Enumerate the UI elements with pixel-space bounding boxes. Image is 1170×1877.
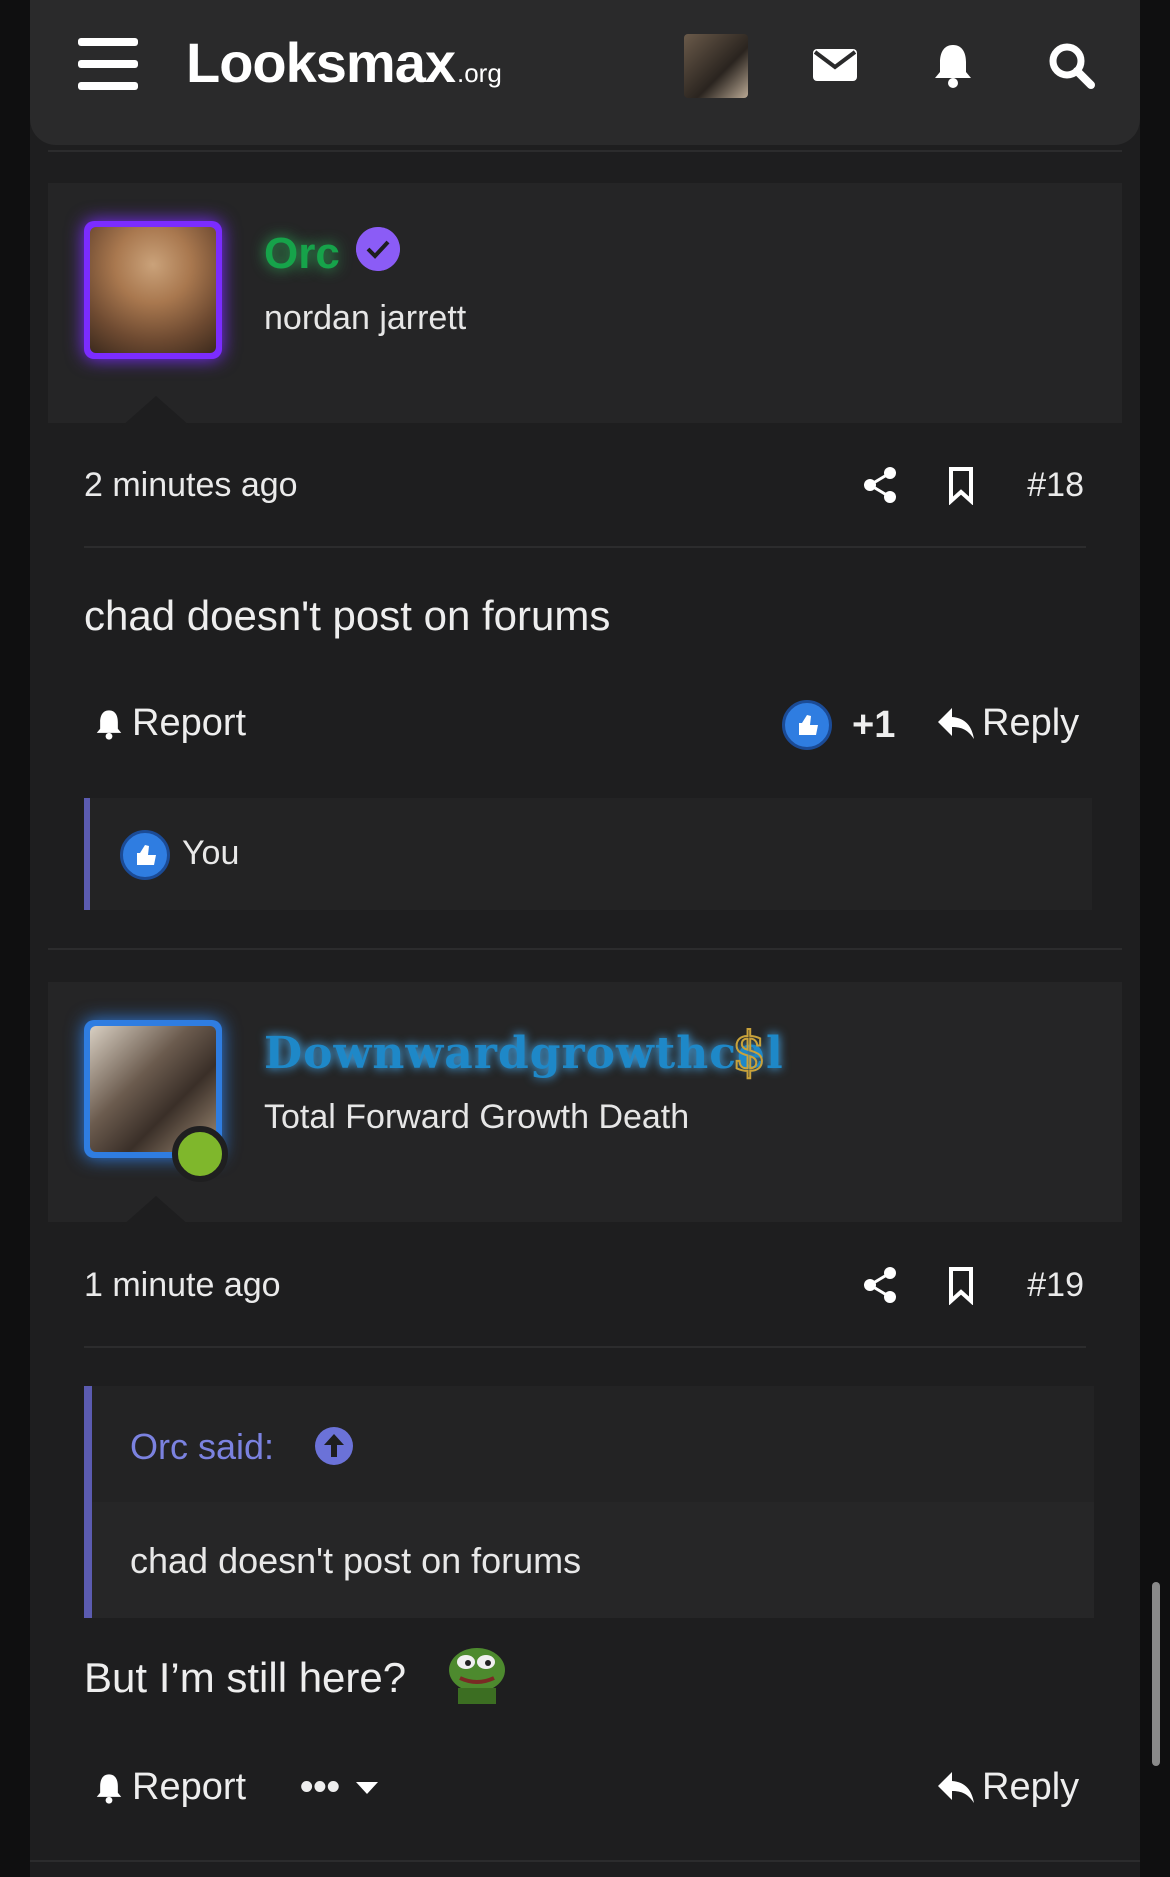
reply-arrow-icon bbox=[938, 1771, 974, 1803]
user-title: nordan jarrett bbox=[264, 299, 467, 337]
share-icon[interactable] bbox=[860, 465, 900, 505]
post-timestamp[interactable]: 1 minute ago bbox=[84, 1266, 281, 1305]
reactions-label: You bbox=[182, 834, 240, 872]
reactions-bar[interactable]: You bbox=[84, 798, 1092, 910]
svg-text:$: $ bbox=[732, 1022, 766, 1080]
quote-author[interactable]: Orc said: bbox=[130, 1426, 274, 1468]
post-body: But I’m still here? bbox=[84, 1654, 407, 1701]
quote-block: Orc said: chad doesn't post on forums bbox=[84, 1386, 1094, 1618]
post-number[interactable]: #18 bbox=[1027, 466, 1084, 505]
dollar-badge-icon: $ bbox=[731, 1022, 767, 1080]
like-count: +1 bbox=[852, 703, 896, 746]
like-button[interactable]: +1 bbox=[782, 700, 895, 750]
divider bbox=[30, 1860, 1140, 1862]
report-label: Report bbox=[132, 702, 247, 744]
divider bbox=[48, 150, 1122, 152]
avatar[interactable] bbox=[84, 221, 222, 359]
post-body: chad doesn't post on forums bbox=[84, 592, 611, 639]
like-icon bbox=[120, 830, 170, 880]
pepe-emoji-icon bbox=[449, 1648, 505, 1704]
bell-icon[interactable] bbox=[928, 40, 978, 90]
user-title: Total Forward Growth Death bbox=[264, 1098, 690, 1136]
pointer-notch bbox=[122, 1196, 190, 1226]
divider bbox=[84, 546, 1086, 548]
bookmark-icon[interactable] bbox=[941, 465, 981, 505]
envelope-icon[interactable] bbox=[810, 40, 860, 90]
username[interactable]: Downwardgrowthcel bbox=[264, 1028, 784, 1079]
share-icon[interactable] bbox=[860, 1265, 900, 1305]
search-icon[interactable] bbox=[1046, 40, 1096, 90]
post-number[interactable]: #19 bbox=[1027, 1266, 1084, 1305]
quote-content: chad doesn't post on forums bbox=[92, 1502, 1094, 1618]
quote-header[interactable]: Orc said: bbox=[92, 1386, 1094, 1502]
bell-icon bbox=[96, 1773, 122, 1804]
bookmark-icon[interactable] bbox=[941, 1265, 981, 1305]
reply-arrow-icon bbox=[938, 707, 974, 739]
divider bbox=[84, 1346, 1086, 1348]
divider bbox=[48, 948, 1122, 950]
arrow-up-circle-icon[interactable] bbox=[314, 1426, 354, 1466]
caret-down-icon bbox=[355, 1781, 378, 1794]
quote-text: chad doesn't post on forums bbox=[130, 1540, 582, 1581]
online-status-indicator bbox=[172, 1126, 228, 1182]
post-user-block: Orc nordan jarrett bbox=[48, 183, 1122, 423]
report-button[interactable]: Report bbox=[92, 702, 246, 745]
more-options-button[interactable]: ••• bbox=[300, 1766, 380, 1809]
bell-icon bbox=[96, 709, 122, 740]
top-navigation-bar: Looksmax.org bbox=[30, 0, 1140, 145]
report-button[interactable]: Report bbox=[92, 1766, 246, 1809]
reply-button[interactable]: Reply bbox=[936, 1766, 1079, 1809]
reply-label: Reply bbox=[982, 1766, 1080, 1808]
scrollbar[interactable] bbox=[1152, 1582, 1160, 1766]
post-timestamp[interactable]: 2 minutes ago bbox=[84, 466, 298, 505]
verified-badge-icon bbox=[356, 227, 400, 271]
account-avatar[interactable] bbox=[684, 34, 748, 98]
like-icon bbox=[782, 700, 832, 750]
reply-button[interactable]: Reply bbox=[936, 702, 1079, 745]
username[interactable]: Orc bbox=[264, 229, 340, 279]
reply-label: Reply bbox=[982, 702, 1080, 744]
pointer-notch bbox=[122, 396, 190, 426]
more-dots: ••• bbox=[300, 1766, 340, 1808]
report-label: Report bbox=[132, 1766, 247, 1808]
post-user-block: Downwardgrowthcel $ Total Forward Growth… bbox=[48, 982, 1122, 1222]
menu-icon[interactable] bbox=[78, 38, 138, 90]
site-logo[interactable]: Looksmax.org bbox=[186, 30, 502, 95]
